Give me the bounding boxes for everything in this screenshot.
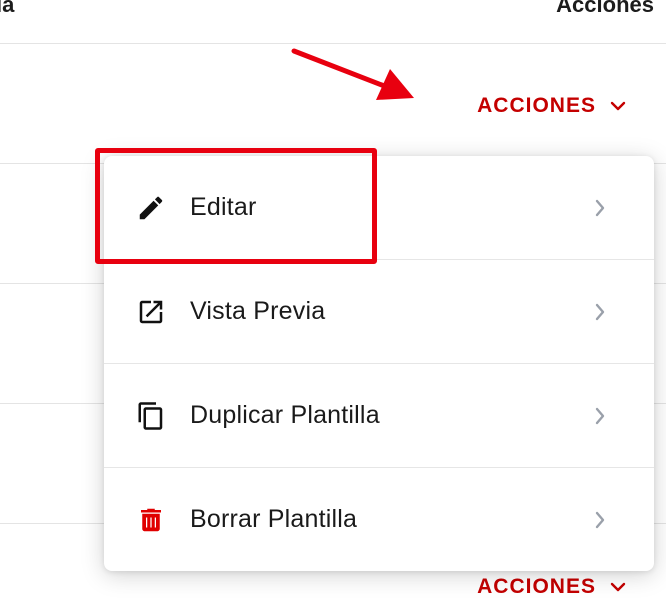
chevron-down-icon xyxy=(610,101,626,111)
menu-item-vista-previa[interactable]: Vista Previa xyxy=(104,259,654,363)
row-divider xyxy=(0,43,666,44)
menu-item-label: Borrar Plantilla xyxy=(190,505,358,533)
column-header-actions: Acciones xyxy=(556,0,654,17)
chevron-down-icon xyxy=(610,582,626,592)
chevron-right-icon xyxy=(595,303,605,320)
column-header-left: ia xyxy=(0,0,15,17)
menu-item-label: Editar xyxy=(190,193,257,221)
actions-menu: Editar Vista Previa Duplicar Plantilla B… xyxy=(104,156,654,571)
menu-item-duplicar-plantilla[interactable]: Duplicar Plantilla xyxy=(104,363,654,467)
trash-icon xyxy=(136,505,166,535)
menu-item-borrar-plantilla[interactable]: Borrar Plantilla xyxy=(104,467,654,571)
copy-icon xyxy=(136,401,166,431)
open-in-new-icon xyxy=(136,297,166,327)
chevron-right-icon xyxy=(595,511,605,528)
pencil-icon xyxy=(136,193,166,223)
chevron-right-icon xyxy=(595,199,605,216)
chevron-right-icon xyxy=(595,407,605,424)
menu-item-label: Vista Previa xyxy=(190,297,326,325)
menu-item-editar[interactable]: Editar xyxy=(104,156,654,259)
actions-button-label: ACCIONES xyxy=(477,575,596,598)
menu-item-label: Duplicar Plantilla xyxy=(190,401,380,429)
actions-button-label: ACCIONES xyxy=(477,94,596,117)
actions-dropdown-button[interactable]: ACCIONES xyxy=(477,575,626,599)
actions-dropdown-button[interactable]: ACCIONES xyxy=(477,94,626,118)
